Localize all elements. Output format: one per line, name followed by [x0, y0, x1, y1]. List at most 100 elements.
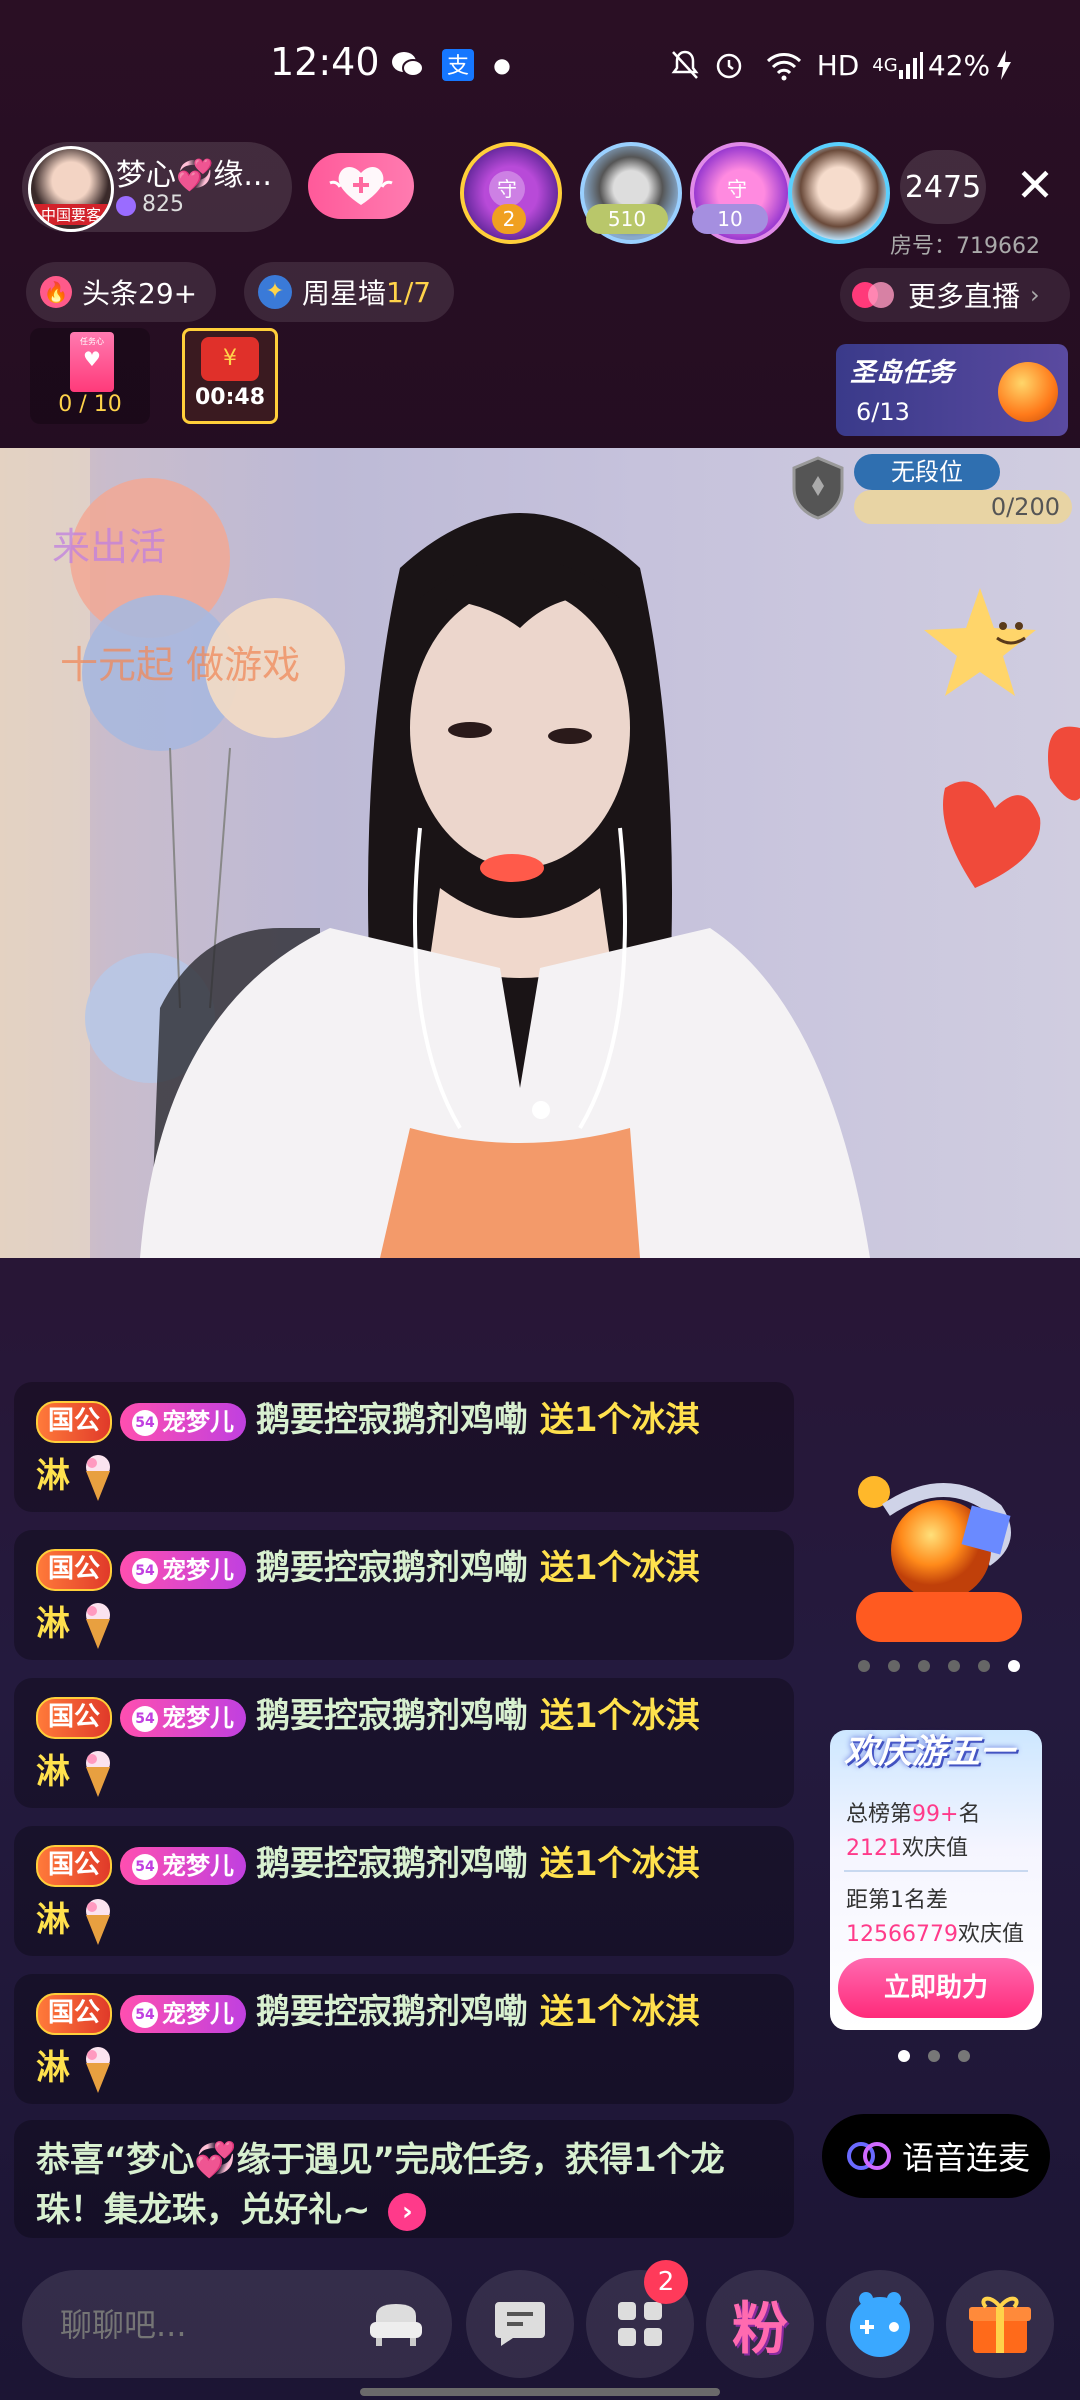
- dragon-widget-pager: [856, 1656, 1026, 1676]
- ice-cream-icon: [80, 1453, 116, 1503]
- fan-club-name: 宠梦儿: [162, 1999, 235, 2028]
- host-avatar[interactable]: 中国要客: [28, 146, 114, 232]
- viewer-count[interactable]: 2475: [900, 150, 986, 224]
- chat-message[interactable]: 国公 54 宠梦儿 鹅要控寂鹅剂鸡嘞 送1个冰淇淋: [14, 1826, 794, 1956]
- chat-message[interactable]: 国公 54 宠梦儿 鹅要控寂鹅剂鸡嘞 送1个冰淇淋: [14, 1974, 794, 2104]
- event-boost-button[interactable]: 立即助力: [838, 1958, 1034, 2018]
- week-star-tag[interactable]: ✦ 周星墙 1/7: [244, 262, 454, 322]
- fan-level: 54: [132, 2001, 159, 2028]
- message-button[interactable]: [466, 2270, 574, 2378]
- video-overlay-text-1: 来出活: [52, 525, 167, 569]
- chat-gift-text: 送1个冰淇: [539, 1400, 700, 1440]
- ice-cream-icon: [80, 2045, 116, 2095]
- event-score-value: 2121: [846, 1836, 902, 1861]
- chat-message-line-2: 淋: [36, 2040, 116, 2095]
- system-message-line-2-text: 珠！集龙珠，兑好礼~: [36, 2190, 371, 2230]
- chevron-right-icon: ›: [1030, 281, 1040, 309]
- chat-input[interactable]: [58, 2300, 362, 2350]
- event-rank: 总榜第99+名: [846, 1796, 980, 1828]
- fan-club-name: 宠梦儿: [162, 1407, 235, 1436]
- event-gap-value: 12566779: [846, 1922, 958, 1947]
- signal-type: 4G: [872, 54, 898, 76]
- alarm-icon: [712, 48, 746, 82]
- close-icon[interactable]: ✕: [1010, 160, 1060, 210]
- chat-gift-tail: 淋: [36, 1752, 70, 1792]
- rank-label: 无段位: [854, 454, 1000, 490]
- voice-link-button[interactable]: 语音连麦: [822, 2114, 1050, 2198]
- chat-input-container[interactable]: [22, 2270, 452, 2378]
- host-avatar-tag: 中国要客: [31, 204, 111, 225]
- island-task-progress: 6/13: [856, 398, 910, 426]
- headline-tag-label: 头条29+: [82, 277, 198, 310]
- chat-message[interactable]: 国公 54 宠梦儿 鹅要控寂鹅剂鸡嘞 送1个冰淇淋: [14, 1678, 794, 1808]
- top-viewer-2-badge: 510: [586, 204, 668, 234]
- red-packet-timer: 00:48: [194, 385, 266, 410]
- chat-gift-text: 送1个冰淇: [539, 1548, 700, 1588]
- host-name: 梦心💞缘...: [116, 158, 272, 193]
- noble-badge: 国公: [36, 1696, 113, 1739]
- fan-club-name: 宠梦儿: [162, 1703, 235, 1732]
- top-viewer-4-avatar[interactable]: [788, 142, 890, 244]
- event-score-suffix: 欢庆值: [902, 1836, 969, 1861]
- chat-gift-text: 送1个冰淇: [539, 1696, 700, 1736]
- dragon-activity-widget[interactable]: [846, 1470, 1036, 1650]
- chat-message[interactable]: 国公 54 宠梦儿 鹅要控寂鹅剂鸡嘞 送1个冰淇淋: [14, 1382, 794, 1512]
- dragon-orb-icon: [998, 362, 1058, 422]
- chat-username[interactable]: 鹅要控寂鹅剂鸡嘞: [256, 1844, 528, 1884]
- fan-level: 54: [132, 1705, 159, 1732]
- home-indicator[interactable]: [360, 2388, 720, 2396]
- fan-club-badge: 54 宠梦儿: [120, 1698, 247, 1737]
- notification-badge: 2: [644, 2260, 688, 2304]
- week-star-label: 周星墙: [302, 277, 387, 310]
- noble-badge: 国公: [36, 1992, 113, 2035]
- chat-message-line-1: 国公 54 宠梦儿 鹅要控寂鹅剂鸡嘞 送1个冰淇: [36, 1392, 700, 1443]
- chat-username[interactable]: 鹅要控寂鹅剂鸡嘞: [256, 1548, 528, 1588]
- live-dots-icon: [852, 282, 896, 308]
- fan-club-badge: 54 宠梦儿: [120, 1846, 247, 1885]
- gift-task-widget[interactable]: 任务心 ♥ 0 / 10: [30, 328, 150, 424]
- gift-button[interactable]: [946, 2270, 1054, 2378]
- chat-message-line-1: 国公 54 宠梦儿 鹅要控寂鹅剂鸡嘞 送1个冰淇: [36, 1836, 700, 1887]
- event-rank-value: 99+: [912, 1802, 959, 1827]
- chat-username[interactable]: 鹅要控寂鹅剂鸡嘞: [256, 1696, 528, 1736]
- live-video-stream[interactable]: 来出活 十元起 做游戏 无段位 0/200: [0, 448, 1080, 1258]
- game-button[interactable]: [826, 2270, 934, 2378]
- battery-percent: 42%: [927, 48, 991, 82]
- chat-message-line-2: 淋: [36, 1596, 116, 1651]
- chat-gift-tail: 淋: [36, 1900, 70, 1940]
- chat-username[interactable]: 鹅要控寂鹅剂鸡嘞: [256, 1992, 528, 2032]
- chat-message-line-2: 淋: [36, 1892, 116, 1947]
- event-card[interactable]: 欢庆游五一 总榜第99+名 2121欢庆值 距第1名差 12566779欢庆值 …: [830, 1730, 1042, 2030]
- top-viewer-1-badge: 2: [492, 204, 526, 234]
- chat-gift-tail: 淋: [36, 1604, 70, 1644]
- sofa-icon[interactable]: [366, 2296, 426, 2352]
- event-gap-suffix: 欢庆值: [957, 1922, 1024, 1947]
- week-star-value: 1/7: [386, 275, 432, 309]
- follow-button[interactable]: [308, 153, 414, 219]
- fans-label: 粉: [732, 2296, 788, 2362]
- voice-link-label: 语音连麦: [902, 2139, 1031, 2177]
- more-live-button[interactable]: 更多直播 ›: [840, 268, 1070, 322]
- status-time: 12:40: [270, 40, 380, 84]
- chevron-right-icon[interactable]: ›: [388, 2192, 427, 2231]
- red-packet-widget[interactable]: ¥ 00:48: [182, 328, 278, 424]
- charging-icon: [994, 48, 1014, 82]
- event-card-pager: [896, 2046, 976, 2066]
- fan-level: 54: [132, 1853, 159, 1880]
- alipay-icon: 支: [440, 48, 476, 82]
- chat-message-line-2: 淋: [36, 1448, 116, 1503]
- chat-gift-tail: 淋: [36, 2048, 70, 2088]
- signal-icon: [896, 48, 926, 82]
- chat-message[interactable]: 国公 54 宠梦儿 鹅要控寂鹅剂鸡嘞 送1个冰淇淋: [14, 1530, 794, 1660]
- fan-club-name: 宠梦儿: [162, 1851, 235, 1880]
- chat-username[interactable]: 鹅要控寂鹅剂鸡嘞: [256, 1400, 528, 1440]
- fans-button[interactable]: 粉: [706, 2270, 814, 2378]
- chat-gift-text: 送1个冰淇: [539, 1844, 700, 1884]
- svg-text:守: 守: [727, 177, 747, 201]
- island-task-widget[interactable]: 圣岛任务 6/13: [836, 344, 1068, 436]
- message-icon: [495, 2302, 545, 2346]
- fan-club-badge: 54 宠梦儿: [120, 1994, 247, 2033]
- headline-tag[interactable]: 🔥 头条29+: [26, 262, 216, 322]
- gift-card-icon: 任务心 ♥: [70, 332, 114, 392]
- fan-club-badge: 54 宠梦儿: [120, 1402, 247, 1441]
